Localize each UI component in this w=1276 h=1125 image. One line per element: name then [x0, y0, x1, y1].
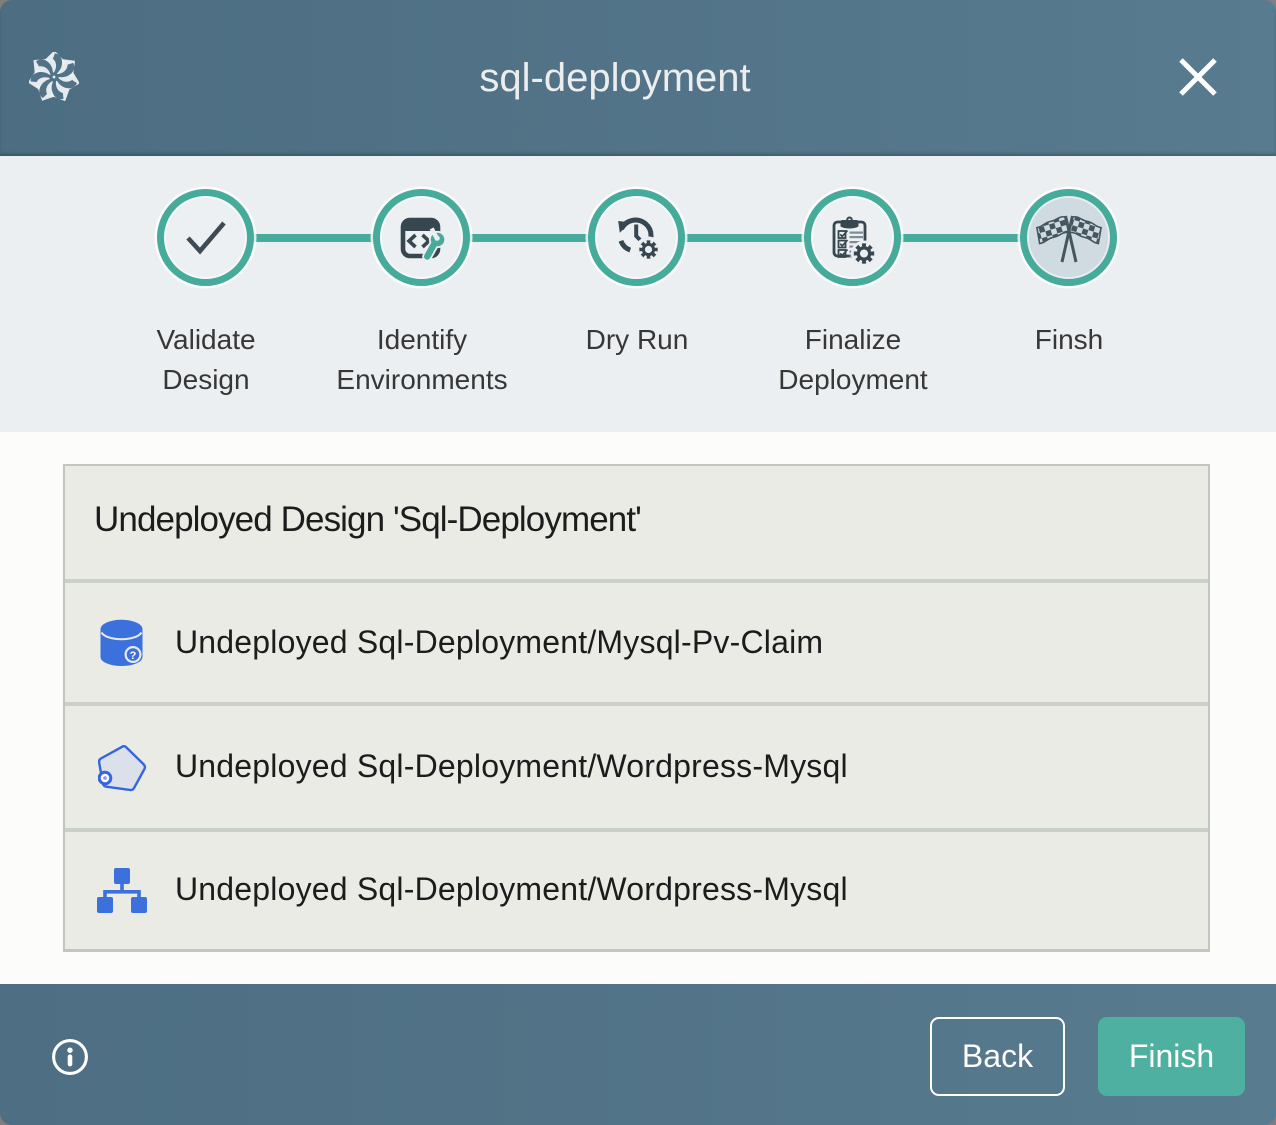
svg-text:?: ? [130, 650, 137, 662]
